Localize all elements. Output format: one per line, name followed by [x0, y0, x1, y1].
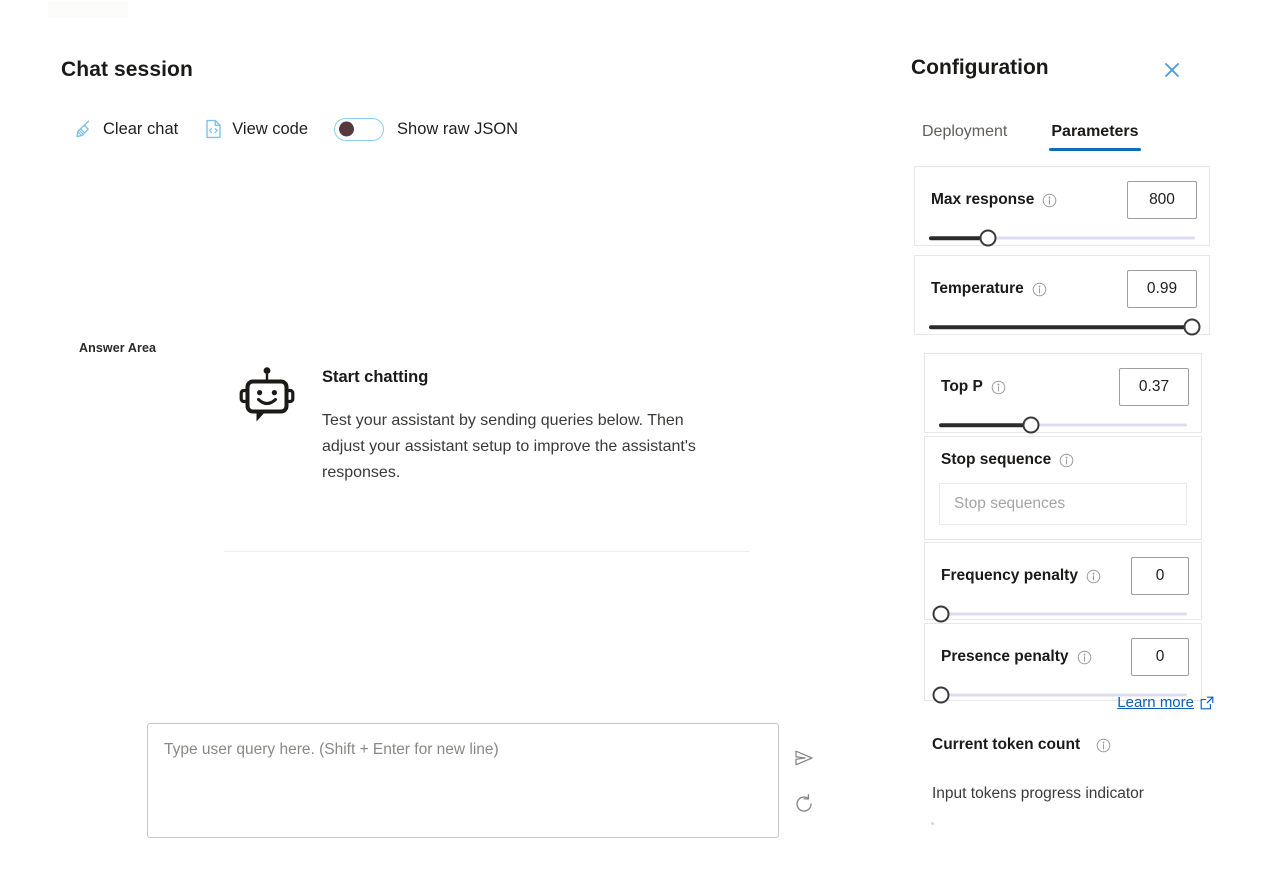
empty-state-description: Test your assistant by sending queries b… [322, 408, 727, 486]
slider-thumb[interactable] [933, 606, 950, 623]
configuration-title: Configuration [911, 56, 1049, 80]
info-icon[interactable] [983, 380, 1006, 395]
parameter-value: 0.37 [1139, 378, 1169, 396]
configuration-pane: Configuration Deployment Parameters Max … [900, 0, 1269, 882]
parameter-value-input[interactable]: 800 [1127, 181, 1197, 219]
parameter-label: Temperature [931, 280, 1024, 298]
token-progress-dot [931, 822, 934, 825]
info-icon[interactable] [1078, 569, 1101, 584]
toggle-knob [339, 122, 354, 137]
chat-bot-icon [237, 360, 297, 433]
tab-deployment-label: Deployment [922, 123, 1007, 140]
parameter-label: Max response [931, 191, 1034, 209]
parameter-value: 0 [1156, 648, 1165, 666]
toggle-track[interactable] [334, 118, 384, 141]
parameter-card-top-p: Top P 0.37 [924, 353, 1202, 433]
tab-parameters[interactable]: Parameters [1049, 118, 1140, 151]
clear-chat-label: Clear chat [103, 120, 178, 139]
parameter-value-input[interactable]: 0 [1131, 557, 1189, 595]
chat-toolbar: Clear chat View code Show raw JSON [74, 117, 518, 141]
parameter-value-input[interactable]: 0 [1131, 638, 1189, 676]
info-icon[interactable] [1024, 282, 1047, 297]
input-tokens-progress-indicator: Input tokens progress indicator [932, 785, 1144, 803]
slider-fill [939, 423, 1031, 427]
info-icon[interactable] [1088, 738, 1111, 753]
page-title: Chat session [61, 58, 193, 82]
tab-deployment[interactable]: Deployment [920, 118, 1009, 151]
info-icon[interactable] [1051, 453, 1074, 468]
chat-input-row: Type user query here. (Shift + Enter for… [147, 723, 815, 838]
learn-more-row: Learn more [914, 694, 1214, 711]
current-token-count-label: Current token count [932, 736, 1080, 754]
tab-parameters-label: Parameters [1051, 123, 1138, 140]
clear-chat-button[interactable]: Clear chat [74, 117, 178, 141]
parameter-card-temperature: Temperature 0.99 [914, 255, 1210, 335]
parameter-value-input[interactable]: 0.99 [1127, 270, 1197, 308]
chat-input-placeholder: Type user query here. (Shift + Enter for… [164, 740, 762, 760]
learn-more-link[interactable]: Learn more [1117, 694, 1194, 711]
parameter-slider[interactable] [939, 412, 1187, 438]
parameter-value: 0.99 [1147, 280, 1177, 298]
send-icon[interactable] [793, 747, 815, 769]
answer-area-label: Answer Area [79, 341, 156, 355]
info-icon[interactable] [1069, 650, 1092, 665]
parameter-card-stop-sequence: Stop sequence Stop sequences [924, 436, 1202, 540]
chat-empty-state: Start chatting Test your assistant by se… [237, 360, 742, 486]
slider-thumb[interactable] [1184, 319, 1201, 336]
info-icon[interactable] [1034, 193, 1057, 208]
parameter-value: 800 [1149, 191, 1175, 209]
parameters-list: Max response 800 [914, 166, 1214, 701]
parameter-card-frequency-penalty: Frequency penalty 0 [924, 542, 1202, 620]
slider-track [939, 613, 1187, 616]
parameter-label: Presence penalty [941, 648, 1069, 666]
view-code-button[interactable]: View code [204, 117, 308, 141]
show-raw-json-toggle[interactable]: Show raw JSON [334, 118, 518, 141]
parameter-card-max-response: Max response 800 [914, 166, 1210, 246]
parameter-slider[interactable] [929, 314, 1195, 340]
show-raw-json-label: Show raw JSON [397, 120, 518, 139]
chat-divider [224, 551, 750, 552]
slider-thumb[interactable] [979, 230, 996, 247]
chat-session-pane: Chat session Clear chat [0, 0, 880, 882]
close-icon [1155, 72, 1189, 89]
slider-fill [929, 325, 1192, 329]
broom-icon [74, 119, 94, 139]
stop-sequence-input[interactable]: Stop sequences [939, 483, 1187, 525]
slider-thumb[interactable] [1022, 417, 1039, 434]
chat-input-field[interactable]: Type user query here. (Shift + Enter for… [147, 723, 779, 838]
refresh-icon[interactable] [793, 793, 815, 815]
close-button[interactable] [1155, 55, 1189, 85]
parameter-label: Top P [941, 378, 983, 396]
current-token-count-row: Current token count [932, 736, 1111, 754]
external-link-icon[interactable] [1200, 696, 1214, 710]
parameter-value-input[interactable]: 0.37 [1119, 368, 1189, 406]
configuration-tabs: Deployment Parameters [920, 118, 1141, 151]
view-code-label: View code [232, 120, 308, 139]
parameter-slider[interactable] [929, 225, 1195, 251]
parameter-value: 0 [1156, 567, 1165, 585]
empty-state-title: Start chatting [322, 368, 742, 387]
code-file-icon [204, 119, 223, 139]
chat-input-actions [793, 723, 815, 815]
stop-sequence-placeholder: Stop sequences [954, 495, 1065, 513]
parameter-card-presence-penalty: Presence penalty 0 [924, 623, 1202, 701]
parameter-label: Frequency penalty [941, 567, 1078, 585]
parameter-label: Stop sequence [941, 451, 1051, 469]
